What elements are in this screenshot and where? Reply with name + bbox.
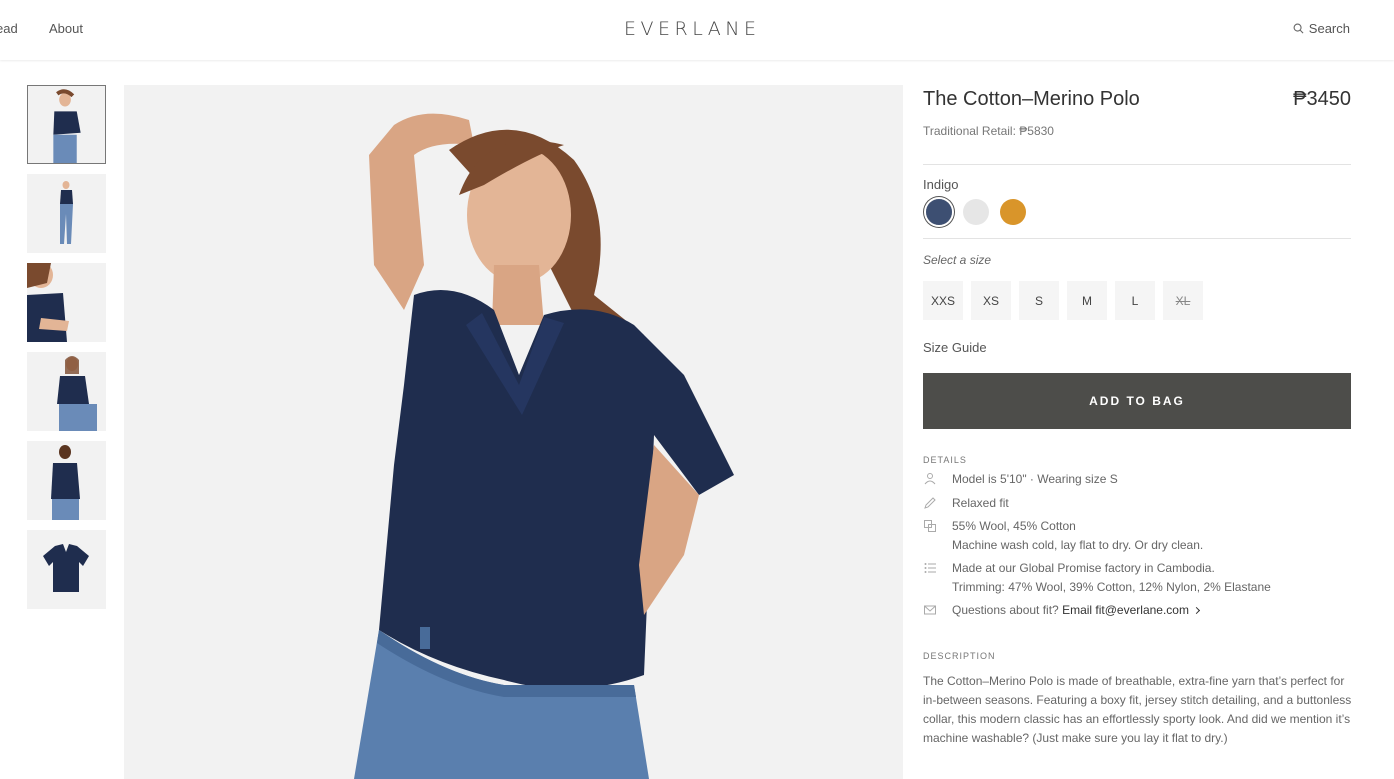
details-heading: DETAILS	[923, 455, 967, 465]
size-xxs-button[interactable]: XXS	[923, 281, 963, 320]
search-label: Search	[1308, 21, 1350, 36]
color-name: Indigo	[923, 177, 959, 192]
everlane-logo[interactable]: EVERLANE	[624, 18, 760, 40]
product-title: The Cotton–Merino Polo	[923, 88, 1140, 110]
color-swatches	[926, 199, 1026, 225]
model-full-image	[60, 181, 73, 244]
email-fit-text: Email fit@everlane.com	[1062, 603, 1189, 617]
site-header: ead About EVERLANE Search	[0, 0, 1394, 60]
product-price: ₱3450	[1293, 88, 1351, 110]
email-fit-link[interactable]: Email fit@everlane.com	[1062, 603, 1201, 617]
divider	[923, 164, 1351, 165]
add-to-bag-button[interactable]: ADD TO BAG	[923, 373, 1351, 429]
model-pose-image	[53, 89, 81, 163]
size-xl-button[interactable]: XL	[1163, 281, 1203, 320]
description-heading: DESCRIPTION	[923, 651, 996, 661]
thumbnail-4[interactable]	[27, 352, 106, 431]
thumbnail-list	[27, 85, 106, 619]
detail-fabric-text: 55% Wool, 45% Cotton	[952, 519, 1076, 533]
polo-flat-image	[43, 544, 89, 592]
mail-icon	[924, 605, 936, 615]
detail-questions-row: Questions about fit? Email fit@everlane.…	[952, 601, 1201, 620]
nav-link-about[interactable]: About	[49, 21, 83, 36]
thumbnail-1[interactable]	[27, 85, 106, 164]
size-s-button[interactable]: S	[1019, 281, 1059, 320]
list-icon	[924, 563, 936, 573]
detail-model-text: Model is 5'10" · Wearing size S	[952, 472, 1118, 486]
detail-factory-text: Made at our Global Promise factory in Ca…	[952, 561, 1215, 575]
traditional-retail: Traditional Retail: ₱5830	[923, 124, 1054, 138]
select-size-label: Select a size	[923, 253, 992, 267]
pencil-icon	[924, 497, 936, 509]
swatch-indigo[interactable]	[926, 199, 952, 225]
search-icon	[1293, 23, 1304, 34]
description-text: The Cotton–Merino Polo is made of breath…	[923, 674, 1352, 745]
thumbnail-5[interactable]	[27, 441, 106, 520]
search-link[interactable]: Search	[1293, 21, 1350, 36]
model-back-image	[51, 445, 80, 520]
fabric-icon	[924, 520, 936, 532]
size-l-button[interactable]: L	[1115, 281, 1155, 320]
size-guide-link[interactable]: Size Guide	[923, 340, 987, 355]
swatch-mustard[interactable]	[1000, 199, 1026, 225]
detail-care-text: Machine wash cold, lay flat to dry. Or d…	[952, 538, 1204, 552]
model-seated-image	[57, 356, 97, 431]
chevron-right-icon	[1192, 606, 1201, 615]
detail-fit-text: Relaxed fit	[952, 496, 1009, 510]
size-m-button[interactable]: M	[1067, 281, 1107, 320]
model-side-image	[27, 263, 69, 342]
thumbnail-2[interactable]	[27, 174, 106, 253]
main-product-image[interactable]	[124, 85, 903, 779]
model-wearing-polo-illustration	[354, 113, 734, 779]
questions-text: Questions about fit?	[952, 603, 1059, 617]
divider	[923, 238, 1351, 239]
size-options: XXS XS S M L XL	[923, 281, 1203, 320]
thumbnail-3[interactable]	[27, 263, 106, 342]
thumbnail-6[interactable]	[27, 530, 106, 609]
size-xs-button[interactable]: XS	[971, 281, 1011, 320]
person-icon	[924, 473, 936, 485]
swatch-white[interactable]	[963, 199, 989, 225]
detail-trimming-text: Trimming: 47% Wool, 39% Cotton, 12% Nylo…	[952, 580, 1271, 594]
nav-link-read[interactable]: ead	[0, 21, 18, 36]
